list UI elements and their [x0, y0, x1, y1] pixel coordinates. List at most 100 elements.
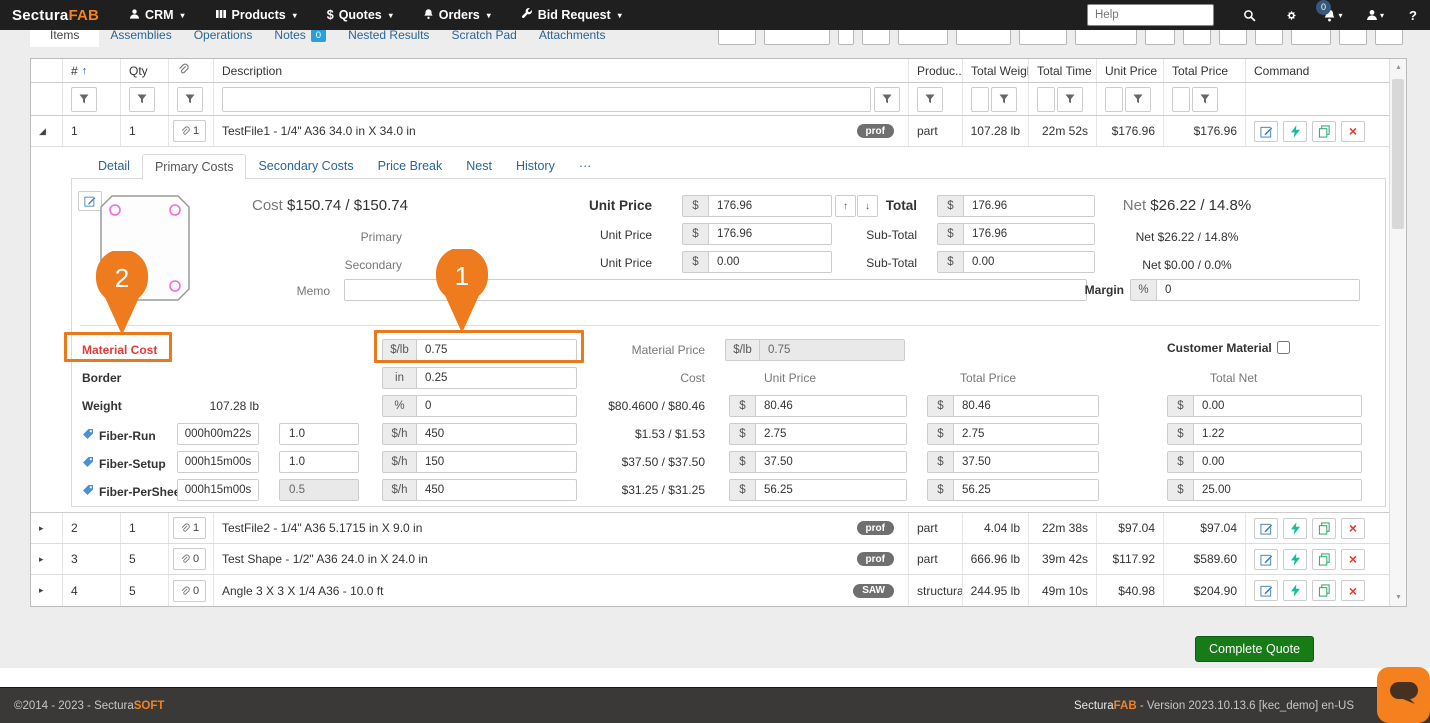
expand-row-icon[interactable]: ▸: [39, 585, 44, 596]
help-search-input[interactable]: [1087, 4, 1214, 26]
table-row-4[interactable]: ▸ 4 5 0 Angle 3 X 3 X 1/4 A36 - 10.0 ftS…: [31, 575, 1389, 606]
total-time-column-header[interactable]: Total Time: [1029, 59, 1097, 82]
tab-assemblies[interactable]: Assemblies: [99, 30, 182, 47]
total-weight-filter-button[interactable]: [991, 87, 1017, 112]
detail-tab-primary-costs[interactable]: Primary Costs: [142, 154, 246, 180]
quick-action-button[interactable]: [1283, 121, 1307, 142]
grid-vertical-scrollbar[interactable]: ▲ ▼: [1389, 59, 1406, 606]
app-logo[interactable]: SecturaFAB: [12, 7, 99, 24]
copy-item-button[interactable]: [1312, 580, 1336, 601]
search-icon[interactable]: [1228, 9, 1270, 22]
delete-item-button[interactable]: ×: [1341, 549, 1365, 570]
qty-filter-button[interactable]: [129, 87, 155, 112]
detail-tab-price-break[interactable]: Price Break: [366, 154, 455, 179]
attachments-button[interactable]: 0: [173, 580, 206, 602]
edit-part-button[interactable]: [78, 191, 102, 211]
menu-quotes[interactable]: $ Quotes▾: [327, 8, 393, 22]
scroll-up-icon[interactable]: ▲: [1390, 64, 1407, 71]
attachment-column-header[interactable]: [169, 59, 214, 82]
border-input[interactable]: [416, 367, 577, 389]
fiber-run-unit-price-input[interactable]: [755, 423, 907, 445]
attachments-button[interactable]: 0: [173, 548, 206, 570]
gear-icon[interactable]: [1270, 9, 1312, 22]
edit-item-button[interactable]: [1254, 549, 1278, 570]
complete-quote-button[interactable]: Complete Quote: [1195, 636, 1314, 662]
fiber-setup-time-input[interactable]: [177, 451, 259, 473]
delete-item-button[interactable]: ×: [1341, 121, 1365, 142]
detail-tab-more[interactable]: ···: [567, 154, 604, 179]
total-time-filter-input[interactable]: [1037, 87, 1055, 112]
expand-row-icon[interactable]: ▸: [39, 554, 44, 565]
table-row-1[interactable]: ◢ 1 1 1 TestFile1 - 1/4" A36 34.0 in X 3…: [31, 116, 1389, 147]
detail-tab-nest[interactable]: Nest: [454, 154, 504, 179]
menu-crm[interactable]: CRM▾: [129, 8, 184, 23]
fiber-setup-unit-price-input[interactable]: [755, 451, 907, 473]
edit-item-button[interactable]: [1254, 580, 1278, 601]
tab-operations[interactable]: Operations: [183, 30, 264, 47]
unit-price-secondary-input[interactable]: [708, 251, 832, 273]
quick-action-button[interactable]: [1283, 580, 1307, 601]
scrollbar-thumb[interactable]: [1392, 79, 1404, 229]
margin-input[interactable]: [1156, 279, 1360, 301]
fiber-run-total-net-input[interactable]: [1193, 423, 1362, 445]
notifications-bell-icon[interactable]: 0 ▾: [1312, 9, 1354, 22]
qty-column-header[interactable]: Qty: [121, 59, 169, 82]
fiber-persheet-total-price-input[interactable]: [953, 479, 1099, 501]
fiber-run-mult-input[interactable]: [279, 423, 359, 445]
menu-orders[interactable]: Orders▾: [423, 8, 491, 23]
copy-item-button[interactable]: [1312, 121, 1336, 142]
num-column-header[interactable]: #↑: [63, 59, 121, 82]
unit-price-input[interactable]: [708, 195, 832, 217]
menu-bid-request[interactable]: Bid Request▾: [521, 8, 622, 23]
tab-nested-results[interactable]: Nested Results: [337, 30, 440, 47]
table-row-2[interactable]: ▸ 2 1 1 TestFile2 - 1/4" A36 5.1715 in X…: [31, 513, 1389, 544]
product-column-header[interactable]: Produc...: [909, 59, 963, 82]
delete-item-button[interactable]: ×: [1341, 580, 1365, 601]
copy-item-button[interactable]: [1312, 518, 1336, 539]
fiber-setup-total-price-input[interactable]: [953, 451, 1099, 473]
description-filter-button[interactable]: [874, 87, 900, 112]
account-user-icon[interactable]: ▾: [1354, 9, 1396, 21]
description-column-header[interactable]: Description: [214, 59, 909, 82]
detail-tab-detail[interactable]: Detail: [86, 154, 142, 179]
delete-item-button[interactable]: ×: [1341, 518, 1365, 539]
quick-action-button[interactable]: [1283, 549, 1307, 570]
total-price-filter-button[interactable]: [1192, 87, 1218, 112]
tab-notes[interactable]: Notes0: [263, 30, 337, 47]
product-filter-button[interactable]: [917, 87, 943, 112]
fiber-persheet-total-net-input[interactable]: [1193, 479, 1362, 501]
copy-item-button[interactable]: [1312, 549, 1336, 570]
menu-products[interactable]: Products▾: [215, 8, 297, 23]
tab-scratch-pad[interactable]: Scratch Pad: [440, 30, 527, 47]
fiber-setup-total-net-input[interactable]: [1193, 451, 1362, 473]
collapse-row-icon[interactable]: ◢: [39, 126, 46, 137]
unit-price-filter-input[interactable]: [1105, 87, 1123, 112]
chat-widget-button[interactable]: [1377, 667, 1430, 723]
fiber-persheet-unit-price-input[interactable]: [755, 479, 907, 501]
table-row-3[interactable]: ▸ 3 5 0 Test Shape - 1/2" A36 24.0 in X …: [31, 544, 1389, 575]
total-time-filter-button[interactable]: [1057, 87, 1083, 112]
attachment-filter-button[interactable]: [177, 87, 203, 112]
fiber-setup-mult-input[interactable]: [279, 451, 359, 473]
fiber-run-time-input[interactable]: [177, 423, 259, 445]
detail-tab-history[interactable]: History: [504, 154, 567, 179]
expand-row-icon[interactable]: ▸: [39, 523, 44, 534]
unit-price-column-header[interactable]: Unit Price: [1097, 59, 1164, 82]
quick-action-button[interactable]: [1283, 518, 1307, 539]
attachments-button[interactable]: 1: [173, 517, 206, 539]
scroll-down-icon[interactable]: ▼: [1390, 594, 1407, 601]
help-icon[interactable]: ?: [1396, 8, 1430, 23]
tab-items[interactable]: Items: [30, 30, 99, 47]
detail-tab-secondary-costs[interactable]: Secondary Costs: [246, 154, 365, 179]
customer-material-checkbox[interactable]: [1277, 341, 1290, 354]
fiber-persheet-time-input[interactable]: [177, 479, 259, 501]
unit-price-filter-button[interactable]: [1125, 87, 1151, 112]
total-weight-filter-input[interactable]: [971, 87, 989, 112]
total-price-column-header[interactable]: Total Price: [1164, 59, 1246, 82]
edit-item-button[interactable]: [1254, 518, 1278, 539]
weight-total-net-input[interactable]: [1193, 395, 1362, 417]
total-weight-column-header[interactable]: Total Weight: [963, 59, 1029, 82]
unit-price-primary-input[interactable]: [708, 223, 832, 245]
edit-item-button[interactable]: [1254, 121, 1278, 142]
total-price-filter-input[interactable]: [1172, 87, 1190, 112]
